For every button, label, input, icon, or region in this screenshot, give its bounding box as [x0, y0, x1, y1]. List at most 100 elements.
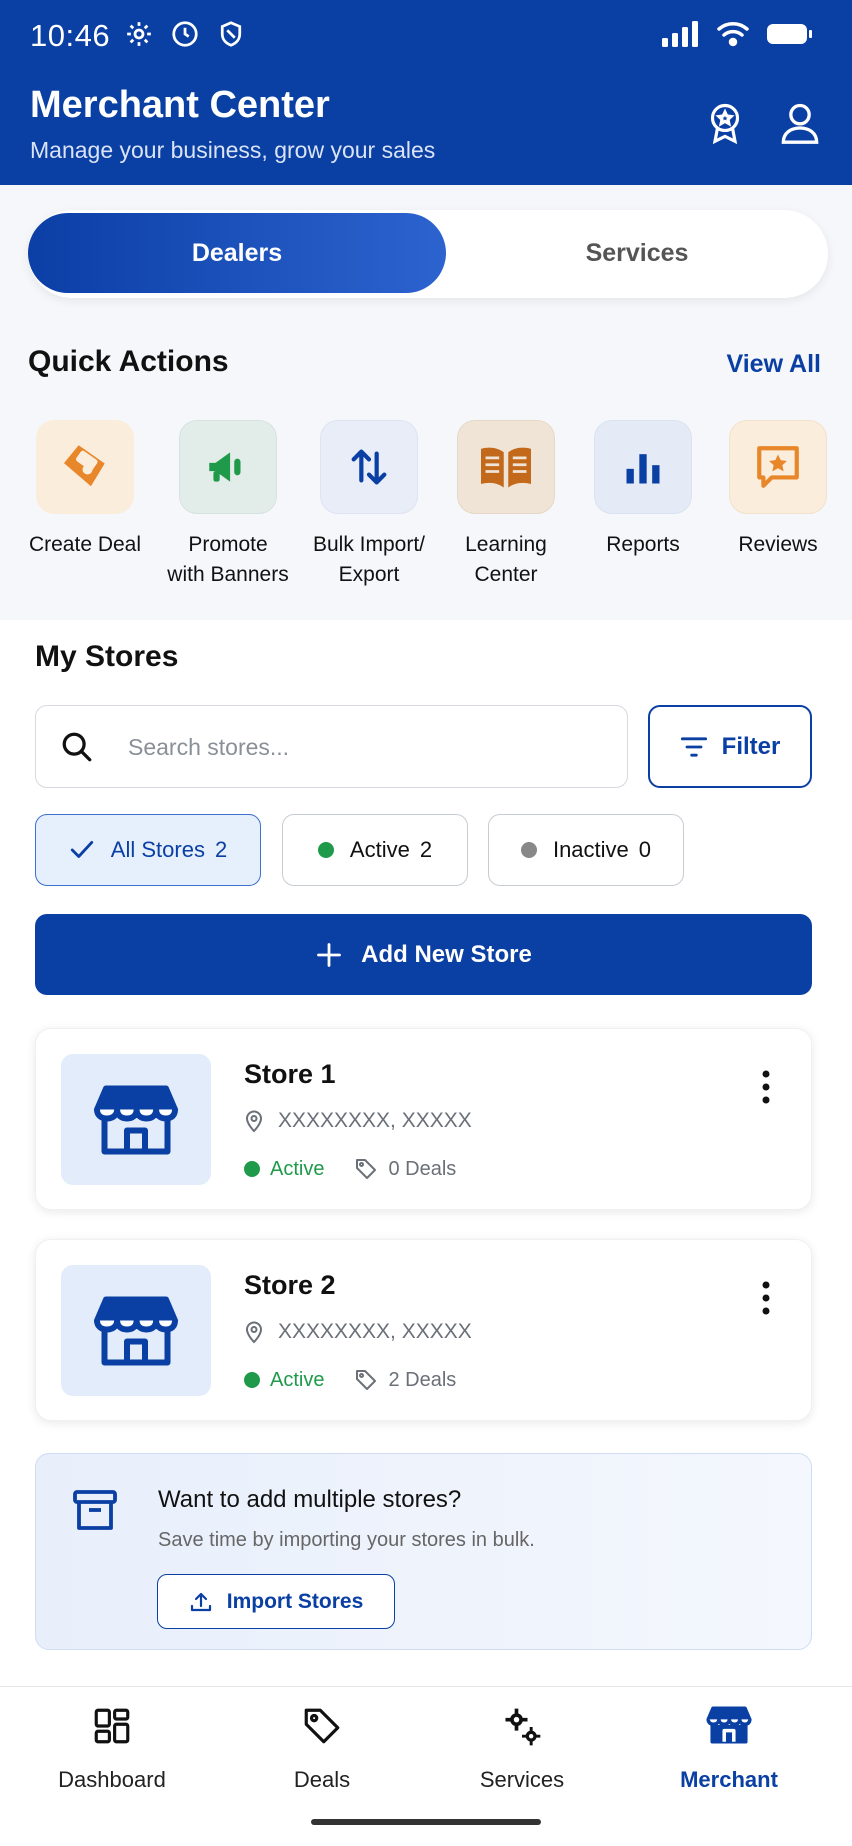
quick-action-promote-banners[interactable]: Promote with Banners [163, 420, 293, 590]
import-stores-button[interactable]: Import Stores [157, 1574, 395, 1629]
battery-icon [767, 24, 812, 44]
tag-icon [356, 1159, 377, 1179]
tag-icon [304, 1708, 340, 1744]
store-card[interactable]: Store 1 XXXXXXXX, XXXXX Active 0 Deals [35, 1028, 812, 1210]
quick-actions-title: Quick Actions [28, 345, 229, 378]
store-card[interactable]: Store 2 XXXXXXXX, XXXXX Active 2 Deals [35, 1239, 812, 1421]
clock-icon [172, 21, 198, 47]
deals-count: 2 Deals [388, 1368, 457, 1391]
search-icon [62, 732, 92, 762]
star-message-icon [757, 446, 799, 488]
quick-action-bulk-import[interactable]: Bulk Import/ Export [304, 420, 434, 590]
archive-box-icon [73, 1490, 117, 1530]
more-options-button[interactable] [751, 1067, 781, 1107]
learning-icon-box [457, 420, 555, 514]
store-search [35, 705, 628, 788]
wifi-icon [717, 22, 749, 47]
address-text: XXXXXXXX, XXXXX [278, 1320, 472, 1343]
store-meta: Active 0 Deals [244, 1157, 456, 1181]
quick-action-create-deal[interactable]: Create Deal [20, 420, 150, 560]
bulk-import-card: Want to add multiple stores? Save time b… [35, 1453, 812, 1650]
more-vertical-icon [762, 1281, 770, 1315]
quick-action-reports[interactable]: Reports [578, 420, 708, 560]
qa-label-line1: Reports [606, 533, 680, 556]
award-icon [710, 103, 740, 145]
view-all-link[interactable]: View All [727, 350, 821, 379]
book-icon [481, 447, 531, 488]
signal-icon [662, 21, 698, 47]
filter-label: Filter [721, 732, 781, 760]
storefront-icon [706, 1706, 752, 1744]
nav-label: Services [479, 1767, 565, 1792]
bulk-title: Want to add multiple stores? [158, 1486, 462, 1513]
reports-icon-box [594, 420, 692, 514]
page-subtitle: Manage your business, grow your sales [30, 137, 436, 163]
tab-dealers[interactable]: Dealers [28, 213, 446, 293]
bar-chart-icon [626, 454, 660, 484]
upload-icon [190, 1592, 211, 1611]
import-label: Import Stores [226, 1589, 364, 1613]
nav-label: Dashboard [58, 1767, 166, 1792]
filter-button[interactable]: Filter [648, 705, 812, 788]
plus-icon [317, 942, 342, 967]
status-time: 10:46 [30, 18, 111, 53]
store-name: Store 1 [244, 1059, 336, 1089]
search-input[interactable] [128, 724, 608, 770]
inactive-status-dot [520, 842, 537, 858]
location-pin-icon [245, 1321, 263, 1344]
store-name: Store 2 [244, 1270, 336, 1300]
user-icon [781, 103, 819, 144]
tab-services[interactable]: Services [446, 213, 828, 293]
create-deal-icon-box [36, 420, 134, 514]
store-meta: Active 2 Deals [244, 1368, 456, 1392]
more-options-button[interactable] [751, 1278, 781, 1318]
status-icons-right [662, 20, 814, 48]
filter-icon [680, 736, 707, 757]
tag-icon [356, 1370, 377, 1390]
arrows-updown-icon [351, 449, 387, 485]
bulk-import-icon-box [320, 420, 418, 514]
add-new-store-button[interactable]: Add New Store [35, 914, 812, 995]
nav-deals[interactable]: Deals [232, 1687, 412, 1807]
qa-label-line1: Create Deal [28, 533, 142, 556]
chip-active[interactable]: Active 2 [282, 814, 468, 886]
status-dot [244, 1372, 260, 1388]
nav-dashboard[interactable]: Dashboard [22, 1687, 202, 1807]
nav-label: Merchant [680, 1767, 778, 1792]
address-text: XXXXXXXX, XXXXX [278, 1109, 472, 1132]
nav-label: Deals [293, 1767, 351, 1792]
nav-services[interactable]: Services [432, 1687, 612, 1807]
promote-icon-box [179, 420, 277, 514]
deals-count: 0 Deals [388, 1157, 457, 1180]
chip-count: 0 [638, 837, 652, 862]
qa-label-line1: Bulk Import/ [312, 533, 426, 556]
more-vertical-icon [762, 1070, 770, 1104]
gears-icon [505, 1708, 541, 1746]
storefront-icon [94, 1296, 178, 1365]
chip-label: Active [349, 837, 410, 862]
rewards-button[interactable] [700, 98, 750, 148]
dealers-services-toggle: Dealers Services [28, 210, 828, 298]
dashboard-icon [94, 1708, 130, 1744]
app-header: 10:46 Merchant Center Manage your busine… [0, 0, 852, 185]
quick-action-learning-center[interactable]: Learning Center [441, 420, 571, 590]
nav-merchant[interactable]: Merchant [639, 1687, 819, 1807]
check-icon [70, 841, 93, 858]
reviews-icon-box [729, 420, 827, 514]
store-address: XXXXXXXX, XXXXX [244, 1320, 472, 1344]
status-dot [244, 1161, 260, 1177]
home-indicator[interactable] [311, 1819, 541, 1825]
qa-label-line2: Export [338, 563, 400, 586]
chip-all-stores[interactable]: All Stores 2 [35, 814, 261, 886]
status-badge: Active [270, 1157, 325, 1180]
chip-inactive[interactable]: Inactive 0 [488, 814, 684, 886]
tag-icon [64, 445, 105, 487]
chip-label: All Stores [110, 837, 205, 862]
profile-button[interactable] [775, 98, 825, 148]
quick-action-reviews[interactable]: Reviews [713, 420, 843, 560]
chip-label: Inactive [552, 837, 629, 862]
chip-count: 2 [214, 837, 228, 862]
store-address: XXXXXXXX, XXXXX [244, 1109, 472, 1133]
qa-label-line1: Learning [465, 533, 547, 556]
qa-label-line1: Promote [188, 533, 268, 556]
